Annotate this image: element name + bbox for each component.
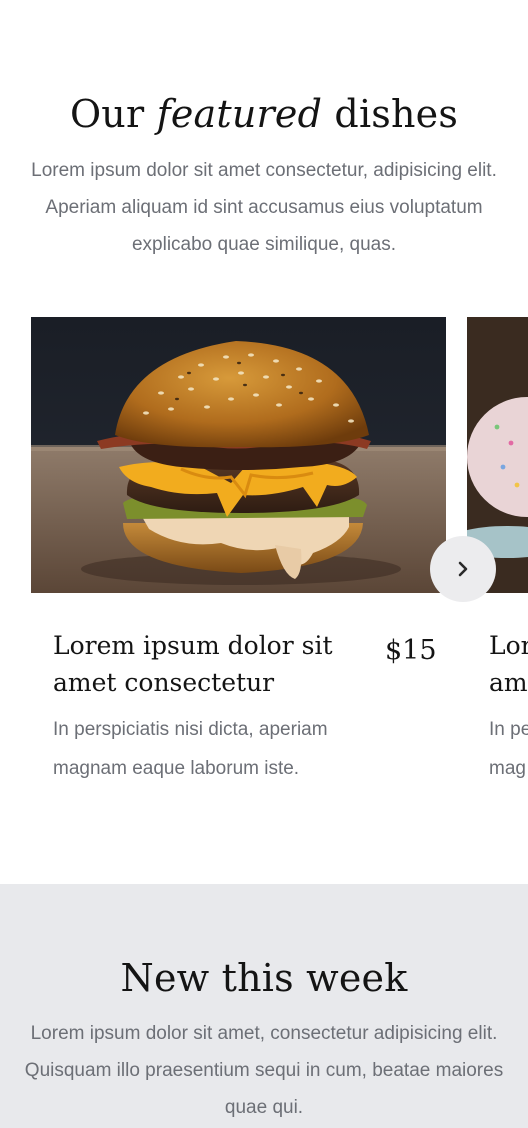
featured-description: Lorem ipsum dolor sit amet consectetur, … bbox=[31, 160, 497, 255]
featured-title-suffix: dishes bbox=[322, 92, 459, 136]
chevron-right-icon bbox=[458, 561, 468, 577]
dish-card[interactable]: Lorem ipsum dolor sit amet consectetur $… bbox=[31, 317, 446, 779]
dish-description: In pe mag bbox=[489, 719, 528, 779]
featured-title-emphasis: featured bbox=[156, 92, 323, 136]
featured-title: Our featured dishes bbox=[0, 92, 528, 136]
featured-title-prefix: Our bbox=[69, 92, 157, 136]
new-week-description: Lorem ipsum dolor sit amet, consectetur … bbox=[24, 1023, 504, 1118]
carousel-next-button[interactable] bbox=[430, 536, 496, 602]
featured-dishes-section: Our featured dishes Lorem ipsum dolor si… bbox=[0, 0, 528, 884]
dish-price: $15 bbox=[385, 635, 437, 666]
dish-title: Lorame bbox=[489, 631, 528, 697]
dish-description: In perspiciatis nisi dicta, aperiam magn… bbox=[53, 719, 328, 779]
dish-title: Lorem ipsum dolor sit amet consectetur bbox=[53, 631, 333, 697]
new-week-title: New this week bbox=[120, 956, 408, 1000]
burger-photo bbox=[31, 317, 446, 593]
burger-photo-drawing bbox=[31, 317, 446, 593]
new-this-week-section: New this week Lorem ipsum dolor sit amet… bbox=[0, 884, 528, 1128]
